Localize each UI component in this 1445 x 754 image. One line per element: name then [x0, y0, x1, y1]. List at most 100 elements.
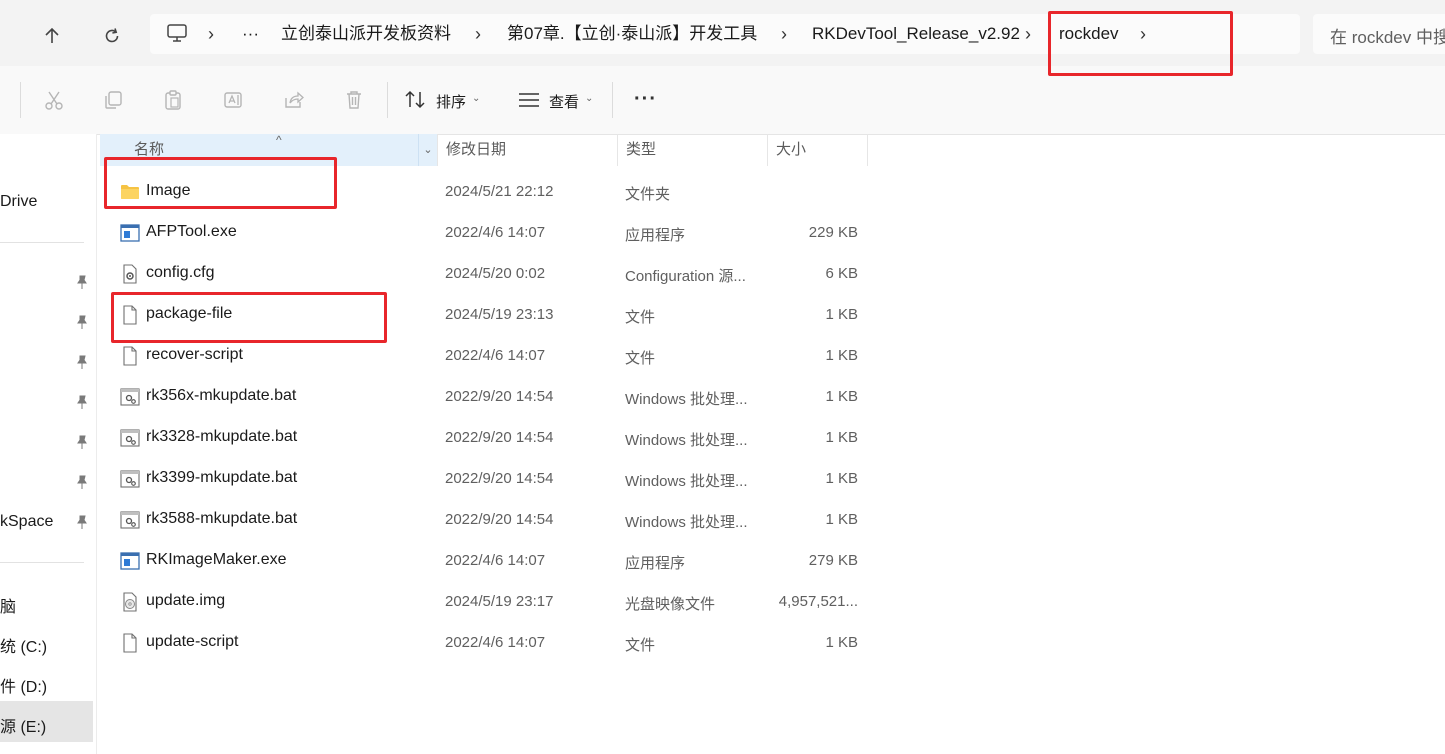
file-size: 279 KB — [808, 552, 858, 569]
file-row[interactable]: update-script 2022/4/6 14:07 文件 1 KB — [100, 623, 870, 664]
rename-icon[interactable] — [219, 86, 247, 114]
file-name: rk3328-mkupdate.bat — [146, 428, 298, 445]
file-row[interactable]: rk3588-mkupdate.bat 2022/9/20 14:54 Window… — [100, 500, 870, 541]
delete-icon[interactable] — [340, 86, 368, 114]
batch-file-icon — [120, 428, 140, 448]
file-date: 2024/5/20 0:02 — [445, 265, 546, 282]
file-size: 1 KB — [825, 634, 858, 651]
file-type: 文件夹 — [625, 186, 671, 203]
file-name: rk3588-mkupdate.bat — [146, 510, 298, 527]
breadcrumb-ellipsis[interactable]: ··· — [242, 22, 259, 46]
chevron-right-icon[interactable]: › — [1025, 22, 1031, 46]
toolbar-divider — [20, 82, 21, 118]
more-options-icon[interactable]: ··· — [634, 88, 657, 111]
chevron-right-icon[interactable]: › — [1140, 22, 1146, 46]
file-date: 2022/4/6 14:07 — [445, 552, 546, 569]
file-row[interactable]: package-file 2024/5/19 23:13 文件 1 KB — [100, 295, 870, 336]
sidebar-item-drive-e-selected[interactable]: 源 (E:) — [0, 701, 93, 742]
file-name: AFPTool.exe — [146, 223, 237, 240]
computer-icon[interactable] — [166, 23, 188, 48]
column-size-label: 大小 — [776, 141, 807, 158]
column-header-name[interactable]: 名称 ^ ⌄ — [100, 133, 438, 166]
file-size: 229 KB — [808, 224, 858, 241]
file-icon — [120, 305, 140, 325]
refresh-icon[interactable] — [94, 18, 130, 54]
pin-icon[interactable] — [74, 274, 90, 290]
file-name: RKImageMaker.exe — [146, 551, 287, 568]
file-type: Windows 批处理... — [625, 473, 748, 490]
file-type: 应用程序 — [625, 555, 686, 572]
file-row[interactable]: RKImageMaker.exe 2022/4/6 14:07 应用程序 279 KB — [100, 541, 870, 582]
view-button[interactable]: 查看 ⌄ — [517, 84, 599, 116]
chevron-right-icon[interactable]: › — [208, 22, 214, 46]
chevron-right-icon[interactable]: › — [475, 22, 481, 46]
file-type: Configuration 源... — [625, 268, 746, 285]
pin-icon[interactable] — [74, 434, 90, 450]
file-size: 1 KB — [825, 306, 858, 323]
paste-icon[interactable] — [159, 86, 187, 114]
file-row[interactable]: rk3399-mkupdate.bat 2022/9/20 14:54 Window… — [100, 459, 870, 500]
column-header-bar: 名称 ^ ⌄ 修改日期 类型 大小 — [100, 133, 868, 166]
file-date: 2022/9/20 14:54 — [445, 470, 554, 487]
breadcrumb-current[interactable]: rockdev — [1059, 22, 1119, 46]
disc-image-icon — [120, 592, 140, 612]
chevron-right-icon[interactable]: › — [781, 22, 787, 46]
column-header-type[interactable]: 类型 — [618, 134, 768, 166]
file-row[interactable]: recover-script 2022/4/6 14:07 文件 1 KB — [100, 336, 870, 377]
pin-icon[interactable] — [74, 314, 90, 330]
file-row[interactable]: AFPTool.exe 2022/4/6 14:07 应用程序 229 KB — [100, 213, 870, 254]
file-size: 6 KB — [825, 265, 858, 282]
address-bar[interactable]: › ··· 立创泰山派开发板资料 › 第07章.【立创·泰山派】开发工具 › R… — [150, 14, 1300, 54]
chevron-down-icon[interactable]: ⌄ — [418, 134, 437, 166]
sidebar-item-kspace[interactable]: kSpace — [0, 513, 53, 531]
column-header-size[interactable]: 大小 — [768, 134, 868, 166]
cut-icon[interactable] — [40, 86, 68, 114]
pin-icon[interactable] — [74, 394, 90, 410]
sidebar-item-this-pc[interactable]: 脑 — [0, 593, 16, 617]
pin-icon[interactable] — [74, 354, 90, 370]
sort-label: 排序 — [436, 94, 467, 111]
file-row[interactable]: rk356x-mkupdate.bat 2022/9/20 14:54 Window… — [100, 377, 870, 418]
command-bar: 排序 ⌄ 查看 ⌄ ··· — [0, 66, 1445, 135]
file-date: 2022/9/20 14:54 — [445, 429, 554, 446]
batch-file-icon — [120, 387, 140, 407]
sort-icon — [404, 89, 428, 116]
column-name-label: 名称 — [134, 141, 165, 158]
pin-icon[interactable] — [74, 474, 90, 490]
share-icon[interactable] — [280, 86, 308, 114]
batch-file-icon — [120, 510, 140, 530]
file-row[interactable]: update.img 2024/5/19 23:17 光盘映像文件 4,957,521… — [100, 582, 870, 623]
toolbar-divider — [387, 82, 388, 118]
chevron-down-icon: ⌄ — [585, 93, 594, 104]
file-icon — [120, 633, 140, 653]
file-row[interactable]: Image 2024/5/21 22:12 文件夹 — [100, 172, 870, 213]
file-type: Windows 批处理... — [625, 514, 748, 531]
file-type: 应用程序 — [625, 227, 686, 244]
copy-icon[interactable] — [99, 86, 127, 114]
breadcrumb-item[interactable]: RKDevTool_Release_v2.92 — [812, 22, 1020, 46]
address-toolbar: › ··· 立创泰山派开发板资料 › 第07章.【立创·泰山派】开发工具 › R… — [0, 0, 1445, 66]
sidebar-item-drive-d[interactable]: 件 (D:) — [0, 673, 47, 697]
sidebar-item-drive-c[interactable]: 统 (C:) — [0, 633, 47, 657]
breadcrumb-item[interactable]: 立创泰山派开发板资料 — [281, 22, 451, 46]
file-name: rk356x-mkupdate.bat — [146, 387, 297, 404]
config-file-icon — [120, 264, 140, 284]
pin-icon[interactable] — [74, 514, 90, 530]
file-date: 2022/9/20 14:54 — [445, 511, 554, 528]
breadcrumb-item[interactable]: 第07章.【立创·泰山派】开发工具 — [507, 22, 757, 46]
file-row[interactable]: config.cfg 2024/5/20 0:02 Configuration 源.… — [100, 254, 870, 295]
file-row[interactable]: rk3328-mkupdate.bat 2022/9/20 14:54 Window… — [100, 418, 870, 459]
navigation-pane: Drive kSpace 脑 统 (C:) 件 (D:) 源 (E:) — [0, 134, 97, 754]
search-box[interactable]: 在 rockdev 中搜索 — [1313, 14, 1445, 54]
batch-file-icon — [120, 469, 140, 489]
file-name: rk3399-mkupdate.bat — [146, 469, 298, 486]
file-type: Windows 批处理... — [625, 391, 748, 408]
file-name: update.img — [146, 592, 226, 609]
sidebar-item-drive[interactable]: Drive — [0, 193, 37, 211]
file-type: Windows 批处理... — [625, 432, 748, 449]
column-header-date[interactable]: 修改日期 — [438, 134, 618, 166]
chevron-down-icon: ⌄ — [472, 93, 481, 104]
sort-button[interactable]: 排序 ⌄ — [404, 84, 486, 116]
sidebar-item-label: 源 (E:) — [0, 719, 47, 736]
up-arrow-icon[interactable] — [34, 18, 70, 54]
